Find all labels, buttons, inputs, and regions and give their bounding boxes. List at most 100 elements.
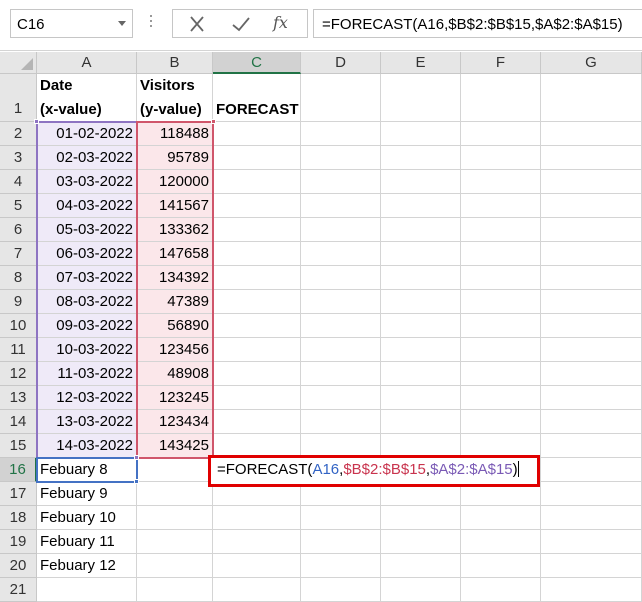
cell-b18[interactable] — [137, 506, 213, 530]
cell-f9[interactable] — [461, 290, 541, 314]
cell-f8[interactable] — [461, 266, 541, 290]
row-header-16[interactable]: 16 — [0, 458, 37, 482]
cell-d14[interactable] — [301, 410, 381, 434]
cell-b13[interactable]: 123245 — [137, 386, 213, 410]
cell-a16[interactable]: Febuary 8 — [37, 458, 137, 482]
cell-b7[interactable]: 147658 — [137, 242, 213, 266]
cell-a7[interactable]: 06-03-2022 — [37, 242, 137, 266]
cell-e4[interactable] — [381, 170, 461, 194]
cell-e12[interactable] — [381, 362, 461, 386]
row-header-14[interactable]: 14 — [0, 410, 37, 434]
column-header-b[interactable]: B — [137, 52, 213, 74]
cell-e8[interactable] — [381, 266, 461, 290]
drag-handle-icon[interactable] — [150, 15, 153, 33]
cell-f21[interactable] — [461, 578, 541, 602]
cell-c2[interactable] — [213, 122, 301, 146]
cell-c19[interactable] — [213, 530, 301, 554]
row-header-10[interactable]: 10 — [0, 314, 37, 338]
column-header-a[interactable]: A — [37, 52, 137, 74]
chevron-down-icon[interactable] — [118, 21, 126, 26]
row-header-19[interactable]: 19 — [0, 530, 37, 554]
row-header-15[interactable]: 15 — [0, 434, 37, 458]
cell-d13[interactable] — [301, 386, 381, 410]
cell-e2[interactable] — [381, 122, 461, 146]
cell-e7[interactable] — [381, 242, 461, 266]
row-header-17[interactable]: 17 — [0, 482, 37, 506]
cell-b20[interactable] — [137, 554, 213, 578]
cell-f10[interactable] — [461, 314, 541, 338]
cell-a21[interactable] — [37, 578, 137, 602]
cell-d8[interactable] — [301, 266, 381, 290]
cell-g1[interactable] — [541, 74, 642, 122]
cell-a14[interactable]: 13-03-2022 — [37, 410, 137, 434]
range-handle-a-bottom[interactable] — [134, 455, 139, 460]
cell-c7[interactable] — [213, 242, 301, 266]
cell-g10[interactable] — [541, 314, 642, 338]
cell-g7[interactable] — [541, 242, 642, 266]
cell-g17[interactable] — [541, 482, 642, 506]
formula-input[interactable]: =FORECAST(A16,$B$2:$B$15,$A$2:$A$15) — [313, 9, 642, 38]
cell-g11[interactable] — [541, 338, 642, 362]
insert-function-icon[interactable]: fx — [273, 13, 297, 33]
row-header-1[interactable]: 1 — [0, 74, 37, 122]
row-header-4[interactable]: 4 — [0, 170, 37, 194]
cell-d11[interactable] — [301, 338, 381, 362]
cell-c5[interactable] — [213, 194, 301, 218]
cell-b19[interactable] — [137, 530, 213, 554]
row-header-20[interactable]: 20 — [0, 554, 37, 578]
cell-d3[interactable] — [301, 146, 381, 170]
cell-g9[interactable] — [541, 290, 642, 314]
cell-g8[interactable] — [541, 266, 642, 290]
cell-a18[interactable]: Febuary 10 — [37, 506, 137, 530]
row-header-11[interactable]: 11 — [0, 338, 37, 362]
row-header-6[interactable]: 6 — [0, 218, 37, 242]
cell-c13[interactable] — [213, 386, 301, 410]
row-header-13[interactable]: 13 — [0, 386, 37, 410]
column-header-c[interactable]: C — [213, 52, 301, 74]
cell-b3[interactable]: 95789 — [137, 146, 213, 170]
select-all-button[interactable] — [0, 52, 37, 74]
cell-g15[interactable] — [541, 434, 642, 458]
enter-check-icon[interactable] — [229, 14, 253, 34]
cell-d19[interactable] — [301, 530, 381, 554]
cell-f14[interactable] — [461, 410, 541, 434]
cell-g12[interactable] — [541, 362, 642, 386]
cell-d10[interactable] — [301, 314, 381, 338]
cell-e19[interactable] — [381, 530, 461, 554]
cell-d1[interactable] — [301, 74, 381, 122]
cell-d7[interactable] — [301, 242, 381, 266]
cell-c9[interactable] — [213, 290, 301, 314]
cell-e9[interactable] — [381, 290, 461, 314]
cell-e6[interactable] — [381, 218, 461, 242]
formula-edit-cell-c16[interactable]: =FORECAST(A16,$B$2:$B$15,$A$2:$A$15) — [208, 455, 540, 487]
range-handle-a-top[interactable] — [34, 119, 39, 124]
cell-d2[interactable] — [301, 122, 381, 146]
cell-a13[interactable]: 12-03-2022 — [37, 386, 137, 410]
cell-f13[interactable] — [461, 386, 541, 410]
cell-b16[interactable] — [137, 458, 213, 482]
cell-a15[interactable]: 14-03-2022 — [37, 434, 137, 458]
cell-f18[interactable] — [461, 506, 541, 530]
column-header-e[interactable]: E — [381, 52, 461, 74]
cell-g19[interactable] — [541, 530, 642, 554]
cell-b2[interactable]: 118488 — [137, 122, 213, 146]
cell-e3[interactable] — [381, 146, 461, 170]
row-header-9[interactable]: 9 — [0, 290, 37, 314]
cell-g14[interactable] — [541, 410, 642, 434]
cell-c20[interactable] — [213, 554, 301, 578]
row-header-2[interactable]: 2 — [0, 122, 37, 146]
cell-f20[interactable] — [461, 554, 541, 578]
cell-e14[interactable] — [381, 410, 461, 434]
cell-e13[interactable] — [381, 386, 461, 410]
cell-f4[interactable] — [461, 170, 541, 194]
cell-b15[interactable]: 143425 — [137, 434, 213, 458]
cell-c12[interactable] — [213, 362, 301, 386]
cell-b8[interactable]: 134392 — [137, 266, 213, 290]
cell-d18[interactable] — [301, 506, 381, 530]
cancel-icon[interactable] — [185, 14, 209, 34]
cell-a8[interactable]: 07-03-2022 — [37, 266, 137, 290]
cell-f5[interactable] — [461, 194, 541, 218]
cell-g20[interactable] — [541, 554, 642, 578]
row-header-3[interactable]: 3 — [0, 146, 37, 170]
cell-e18[interactable] — [381, 506, 461, 530]
